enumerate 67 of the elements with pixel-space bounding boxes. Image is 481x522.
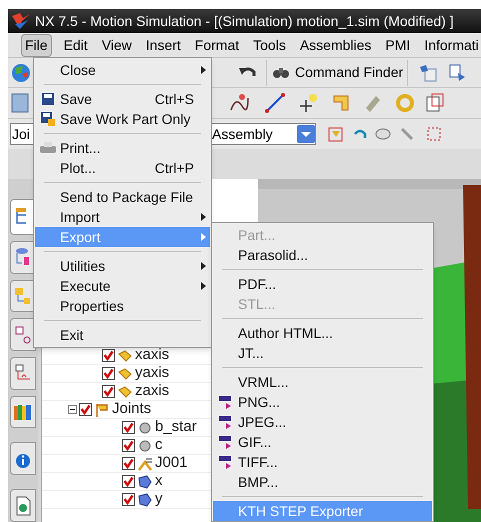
navigator-tab[interactable] xyxy=(10,442,36,476)
menu-item[interactable]: Send to Package File xyxy=(35,187,210,207)
tree-icon xyxy=(14,324,32,345)
document-icon xyxy=(14,496,32,516)
printer-icon xyxy=(38,141,56,155)
menu-item[interactable]: Parasolid... xyxy=(213,245,432,265)
menu-item[interactable]: Properties xyxy=(35,296,210,316)
menu-item[interactable]: Author HTML... xyxy=(213,323,432,343)
checkbox[interactable] xyxy=(102,385,115,398)
app-logo-icon xyxy=(11,12,31,30)
collapse-icon[interactable] xyxy=(68,405,77,414)
floppy-icon xyxy=(40,92,54,106)
menu-item[interactable]: Edit xyxy=(62,34,90,56)
image-format-icon xyxy=(218,434,234,450)
menu-item[interactable]: Utilities xyxy=(35,256,210,276)
binoculars-icon xyxy=(271,66,291,80)
checkbox[interactable] xyxy=(122,421,135,434)
books-icon xyxy=(13,402,33,422)
checkbox[interactable] xyxy=(122,457,135,470)
checkbox[interactable] xyxy=(79,403,92,416)
menu-item[interactable]: File xyxy=(21,34,52,56)
checkbox[interactable] xyxy=(122,493,135,506)
menu-item[interactable]: PDF... xyxy=(213,274,432,294)
menu-item[interactable]: Insert xyxy=(144,34,183,56)
menu-item[interactable]: BMP... xyxy=(213,472,432,492)
menu-item[interactable]: Exit xyxy=(35,325,210,345)
menu-item[interactable]: VRML... xyxy=(213,372,432,392)
navigator-tab[interactable] xyxy=(10,396,36,428)
menu-item[interactable]: Import xyxy=(35,207,210,227)
menu-item[interactable]: Execute xyxy=(35,276,210,296)
menu-item[interactable]: Close xyxy=(35,60,210,80)
floppy-icon xyxy=(40,111,56,127)
checkbox[interactable] xyxy=(122,439,135,452)
menu-item[interactable]: TIFF... xyxy=(213,452,432,472)
menu-item[interactable]: Tools xyxy=(251,34,288,56)
submenu-arrow-icon xyxy=(201,233,206,241)
submenu-arrow-icon xyxy=(201,213,206,221)
navigator-tab[interactable] xyxy=(10,357,36,390)
menu-item[interactable]: JT... xyxy=(213,343,432,363)
tree-icon xyxy=(14,286,32,306)
menu-item[interactable]: Informati xyxy=(422,34,481,56)
scope-dropdown[interactable]: Assembly xyxy=(210,123,316,145)
menu-item[interactable]: GIF... xyxy=(213,432,432,452)
menu-item[interactable]: JPEG... xyxy=(213,412,432,432)
window-title: NX 7.5 - Motion Simulation - [(Simulation) motion_1.sim (Modified) ] xyxy=(35,12,454,31)
submenu-arrow-icon xyxy=(201,262,206,270)
checkbox[interactable] xyxy=(102,349,115,362)
menu-item[interactable]: PNG... xyxy=(213,392,432,412)
menu-item[interactable]: Format xyxy=(192,34,242,56)
image-format-icon xyxy=(218,454,234,470)
menu-item[interactable]: PMI xyxy=(383,34,412,56)
tree-icon xyxy=(14,247,32,268)
menu-item[interactable]: Assemblies xyxy=(298,34,374,56)
navigator-tab[interactable] xyxy=(10,489,36,522)
group-icon xyxy=(94,402,110,418)
selection-icon[interactable] xyxy=(426,126,442,142)
image-format-icon xyxy=(218,394,234,410)
checkbox[interactable] xyxy=(102,367,115,380)
menu-item[interactable]: View xyxy=(100,34,134,56)
copy-icon[interactable] xyxy=(426,92,444,114)
command-finder-button[interactable]: Command Finder xyxy=(266,60,408,86)
checkbox[interactable] xyxy=(122,475,135,488)
image-format-icon xyxy=(218,414,234,430)
line-icon[interactable] xyxy=(264,92,286,114)
submenu-arrow-icon xyxy=(201,66,206,74)
globe-icon[interactable] xyxy=(10,62,32,84)
submenu-arrow-icon xyxy=(201,282,206,290)
